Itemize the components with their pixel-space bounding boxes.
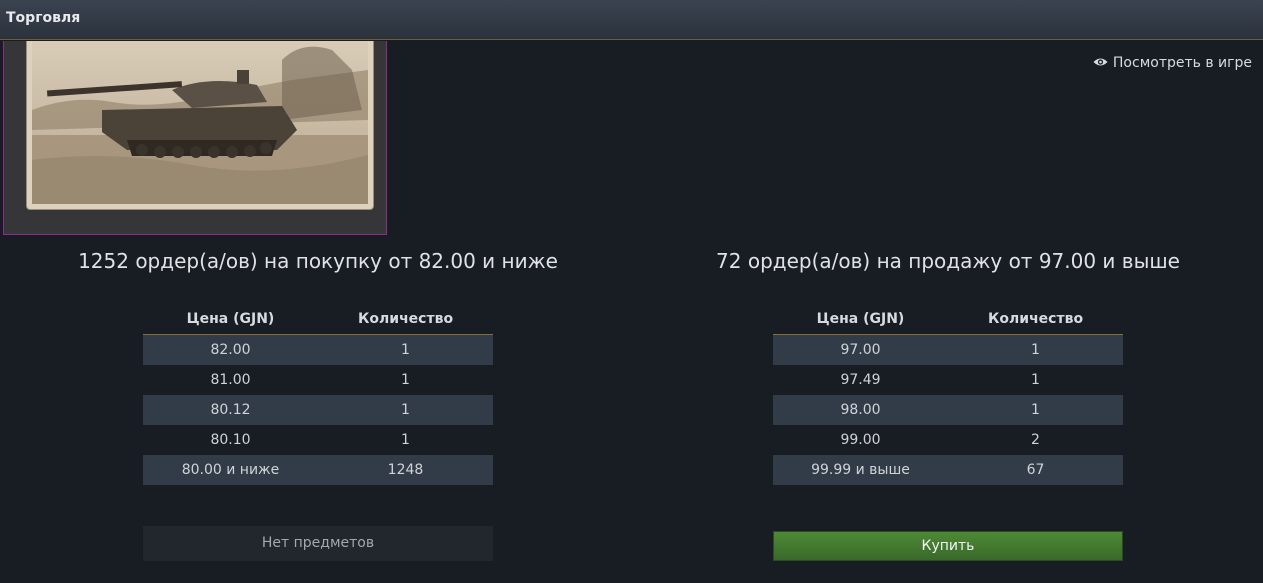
quantity-cell: 1 <box>1031 402 1040 418</box>
buy-button[interactable]: Купить <box>773 531 1123 561</box>
column-header-quantity: Количество <box>357 311 454 327</box>
table-row: 80.00 и ниже 1248 <box>143 455 493 485</box>
table-row: 97.49 1 <box>773 365 1123 395</box>
quantity-cell: 1248 <box>387 462 424 478</box>
column-header-price: Цена (GJN) <box>816 311 905 327</box>
view-in-game-label: Посмотреть в игре <box>1112 55 1252 71</box>
view-in-game-link[interactable]: Посмотреть в игре <box>1093 55 1252 71</box>
buy-orders-summary: 1252 ордер(а/ов) на покупку от 82.00 и н… <box>78 249 558 273</box>
table-row: 80.12 1 <box>143 395 493 425</box>
table-row: 81.00 1 <box>143 365 493 395</box>
item-preview <box>3 41 387 235</box>
table-row: 82.00 1 <box>143 335 493 365</box>
price-cell: 97.49 <box>840 372 881 388</box>
quantity-cell: 67 <box>1026 462 1045 478</box>
quantity-cell: 1 <box>401 372 410 388</box>
sell-orders-table: Цена (GJN) Количество 97.00 1 97.49 1 98… <box>773 306 1123 485</box>
quantity-cell: 1 <box>401 342 410 358</box>
price-cell: 80.10 <box>210 432 251 448</box>
table-row: 80.10 1 <box>143 425 493 455</box>
table-row: 99.99 и выше 67 <box>773 455 1123 485</box>
price-cell: 99.00 <box>840 432 881 448</box>
buy-orders-table: Цена (GJN) Количество 82.00 1 81.00 1 80… <box>143 306 493 485</box>
price-cell: 80.00 и ниже <box>181 462 280 478</box>
quantity-cell: 1 <box>1031 372 1040 388</box>
table-row: 98.00 1 <box>773 395 1123 425</box>
table-row: 99.00 2 <box>773 425 1123 455</box>
window-title: Торговля <box>6 10 81 26</box>
price-cell: 98.00 <box>840 402 881 418</box>
quantity-cell: 1 <box>401 432 410 448</box>
tank-image <box>32 41 368 204</box>
price-cell: 82.00 <box>210 342 251 358</box>
column-header-quantity: Количество <box>987 311 1084 327</box>
table-header: Цена (GJN) Количество <box>143 306 493 335</box>
no-items-button: Нет предметов <box>143 526 493 561</box>
window-header: Торговля <box>0 0 1263 40</box>
price-cell: 81.00 <box>210 372 251 388</box>
quantity-cell: 2 <box>1031 432 1040 448</box>
price-cell: 97.00 <box>840 342 881 358</box>
tank-photo <box>27 41 373 209</box>
eye-icon <box>1093 55 1108 71</box>
price-cell: 99.99 и выше <box>811 462 910 478</box>
sell-orders-summary: 72 ордер(а/ов) на продажу от 97.00 и выш… <box>716 249 1180 273</box>
table-header: Цена (GJN) Количество <box>773 306 1123 335</box>
column-header-price: Цена (GJN) <box>186 311 275 327</box>
quantity-cell: 1 <box>401 402 410 418</box>
quantity-cell: 1 <box>1031 342 1040 358</box>
price-cell: 80.12 <box>210 402 251 418</box>
table-row: 97.00 1 <box>773 335 1123 365</box>
